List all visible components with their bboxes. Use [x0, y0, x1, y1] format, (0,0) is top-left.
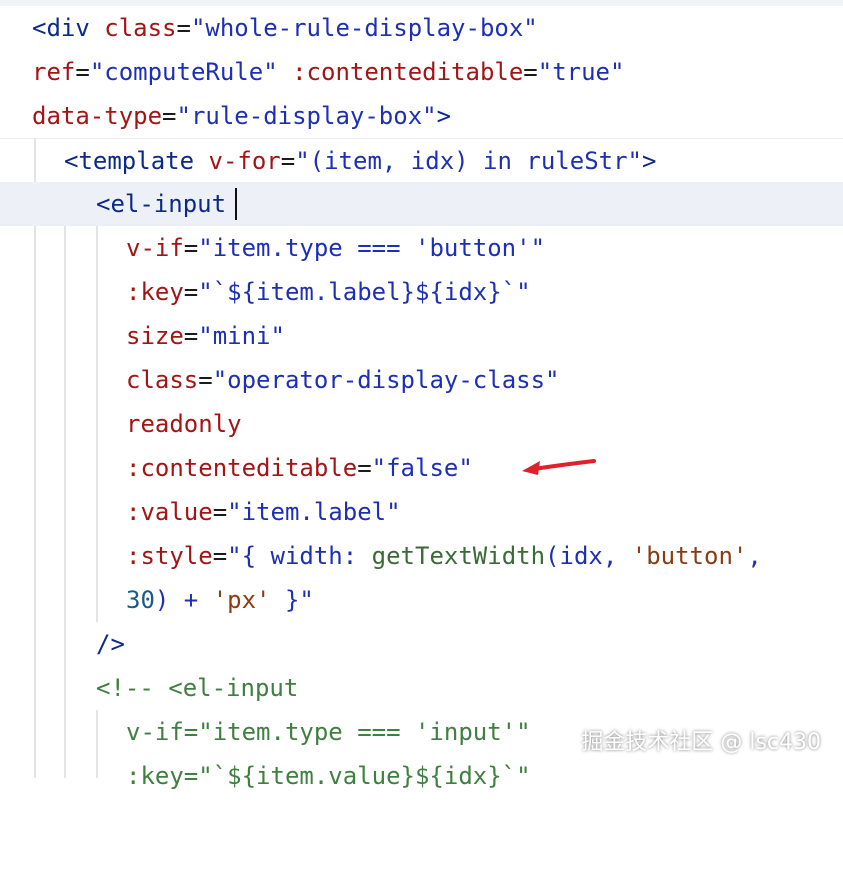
code-token: v-for [208, 147, 281, 175]
code-line-content: v-if="item.type === 'button'" [126, 226, 545, 270]
code-line-content: :style="{ width: getTextWidth(idx, 'butt… [126, 534, 762, 578]
code-line-content: readonly [126, 402, 242, 446]
watermark: 掘金技术社区 @ lsc430 [581, 730, 821, 755]
code-line-content: ref="computeRule" :contenteditable="true… [32, 50, 624, 94]
code-token: "computeRule" [89, 58, 293, 86]
code-line-current[interactable]: <el-input [0, 182, 843, 226]
code-token: 30 [126, 586, 155, 614]
code-token: "(item, idx) in ruleStr" [295, 147, 642, 175]
code-token: :key [126, 278, 184, 306]
code-token: = [162, 102, 177, 130]
code-line-content: <template v-for="(item, idx) in ruleStr"… [64, 139, 656, 183]
code-token: ref [32, 58, 76, 86]
code-line-content: class="operator-display-class" [126, 358, 559, 402]
code-token: "`${item.label}${idx}`" [198, 278, 531, 306]
code-line[interactable]: <div class="whole-rule-display-box" [0, 6, 843, 50]
code-token: "operator-display-class" [212, 366, 560, 394]
code-token: = [183, 278, 199, 306]
code-line-content: size="mini" [126, 314, 285, 358]
code-token: "false" [371, 454, 473, 482]
code-token: = [183, 234, 199, 262]
code-line-content: :value="item.label" [126, 490, 401, 534]
code-token: = [212, 498, 228, 526]
code-line-content: data-type="rule-display-box"> [32, 94, 451, 138]
code-token: <template [64, 147, 209, 175]
code-token: = [176, 14, 191, 42]
code-token: "true" [537, 58, 625, 86]
code-token: :value [126, 498, 213, 526]
code-line[interactable]: <template v-for="(item, idx) in ruleStr"… [0, 138, 843, 183]
code-token: readonly [126, 410, 242, 438]
code-line[interactable]: v-if="item.type === 'button'" [0, 226, 843, 270]
code-token: 'button' [631, 542, 748, 570]
code-token: 'px' [212, 586, 271, 614]
code-token: "mini" [198, 322, 285, 350]
code-token: = [280, 147, 296, 175]
code-token: <div [32, 14, 105, 42]
code-line[interactable]: data-type="rule-display-box"> [0, 94, 843, 138]
code-token: ) + [154, 586, 213, 614]
code-token: getTextWidth [371, 542, 546, 570]
arrow-shaft [532, 459, 596, 471]
code-token: = [198, 366, 213, 394]
red-arrow-annotation [522, 459, 596, 475]
code-token: <el-input [96, 190, 227, 218]
code-token: (idx, [545, 542, 632, 570]
code-line-content: 30) + 'px' }" [126, 578, 314, 622]
code-token: /> [96, 630, 125, 658]
code-line[interactable]: <!-- <el-input [0, 666, 843, 710]
code-line[interactable]: :value="item.label" [0, 490, 843, 534]
code-line[interactable]: ref="computeRule" :contenteditable="true… [0, 50, 843, 94]
code-token: "item.type === 'button'" [198, 234, 546, 262]
code-token: = [75, 58, 90, 86]
code-line-content: <div class="whole-rule-display-box" [32, 6, 538, 50]
arrow-head [522, 461, 540, 475]
code-token: > [436, 102, 452, 130]
code-token: > [641, 147, 657, 175]
code-token: class [104, 14, 177, 42]
code-token: v-if="item.type === 'input'" [126, 718, 531, 746]
code-token: :contenteditable [126, 454, 358, 482]
code-line[interactable]: class="operator-display-class" [0, 358, 843, 402]
code-line[interactable]: 30) + 'px' }" [0, 578, 843, 622]
code-line-content: :contenteditable="false" [126, 446, 473, 490]
code-token: <!-- <el-input [96, 674, 299, 702]
code-token: = [523, 58, 538, 86]
code-line[interactable]: :key="`${item.label}${idx}`" [0, 270, 843, 314]
code-token: "{ width: [227, 542, 372, 570]
code-token: = [357, 454, 372, 482]
code-line-content: v-if="item.type === 'input'" [126, 710, 531, 754]
code-editor[interactable]: <div class="whole-rule-display-box" ref=… [0, 6, 843, 790]
code-line-content: /> [96, 622, 125, 666]
code-line[interactable]: :style="{ width: getTextWidth(idx, 'butt… [0, 534, 843, 578]
code-line-content: <el-input [96, 182, 226, 226]
code-token: }" [270, 586, 314, 614]
code-line[interactable]: :key="`${item.value}${idx}`" [0, 754, 843, 798]
code-token: = [183, 322, 199, 350]
code-token: :contenteditable [292, 58, 524, 86]
code-token: v-if [126, 234, 184, 262]
code-line[interactable]: /> [0, 622, 843, 666]
code-token: size [126, 322, 184, 350]
code-token: data-type [32, 102, 163, 130]
code-token: "rule-display-box" [176, 102, 437, 130]
text-caret [235, 188, 237, 220]
code-line-content: :key="`${item.value}${idx}`" [126, 754, 531, 798]
code-token: = [212, 542, 228, 570]
code-line-content: :key="`${item.label}${idx}`" [126, 270, 531, 314]
code-token: "item.label" [227, 498, 401, 526]
code-line[interactable]: :contenteditable="false" [0, 446, 843, 490]
code-token: "whole-rule-display-box" [190, 14, 538, 42]
code-line[interactable]: readonly [0, 402, 843, 446]
code-line[interactable]: size="mini" [0, 314, 843, 358]
code-token: class [126, 366, 199, 394]
code-token: , [747, 542, 762, 570]
code-token: :style [126, 542, 213, 570]
code-line-content: <!-- <el-input [96, 666, 298, 710]
code-token: :key="`${item.value}${idx}`" [126, 762, 531, 790]
